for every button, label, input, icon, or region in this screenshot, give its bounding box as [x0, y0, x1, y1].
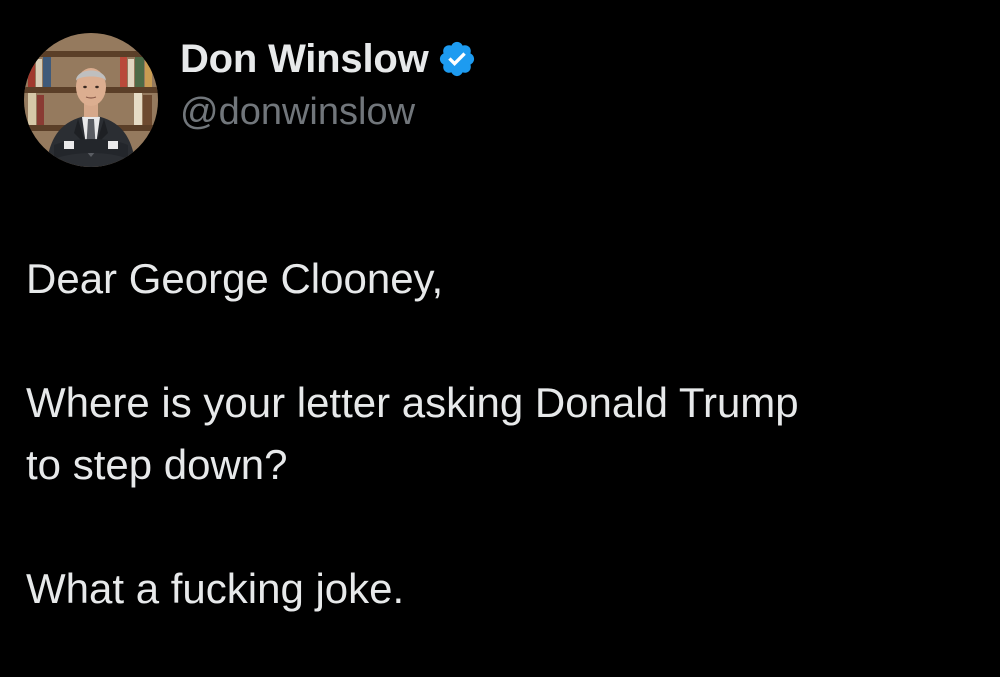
- tweet-question-line-1: Where is your letter asking Donald Trump: [26, 379, 799, 426]
- display-name[interactable]: Don Winslow: [180, 35, 429, 83]
- tweet-closing: What a fucking joke.: [26, 565, 405, 612]
- avatar-photo: [24, 33, 158, 167]
- name-row: Don Winslow: [180, 35, 477, 83]
- tweet-text: Dear George Clooney, Where is your lette…: [26, 248, 976, 620]
- tweet-greeting: Dear George Clooney,: [26, 255, 444, 302]
- verified-badge-icon: [437, 39, 477, 79]
- author-identity: Don Winslow @donwinslow: [180, 35, 477, 135]
- user-handle[interactable]: @donwinslow: [180, 89, 477, 135]
- tweet-card: Don Winslow @donwinslow Dear George Cloo…: [0, 0, 1000, 677]
- tweet-header: Don Winslow @donwinslow: [24, 33, 477, 167]
- avatar[interactable]: [24, 33, 158, 167]
- tweet-question-line-2: to step down?: [26, 441, 288, 488]
